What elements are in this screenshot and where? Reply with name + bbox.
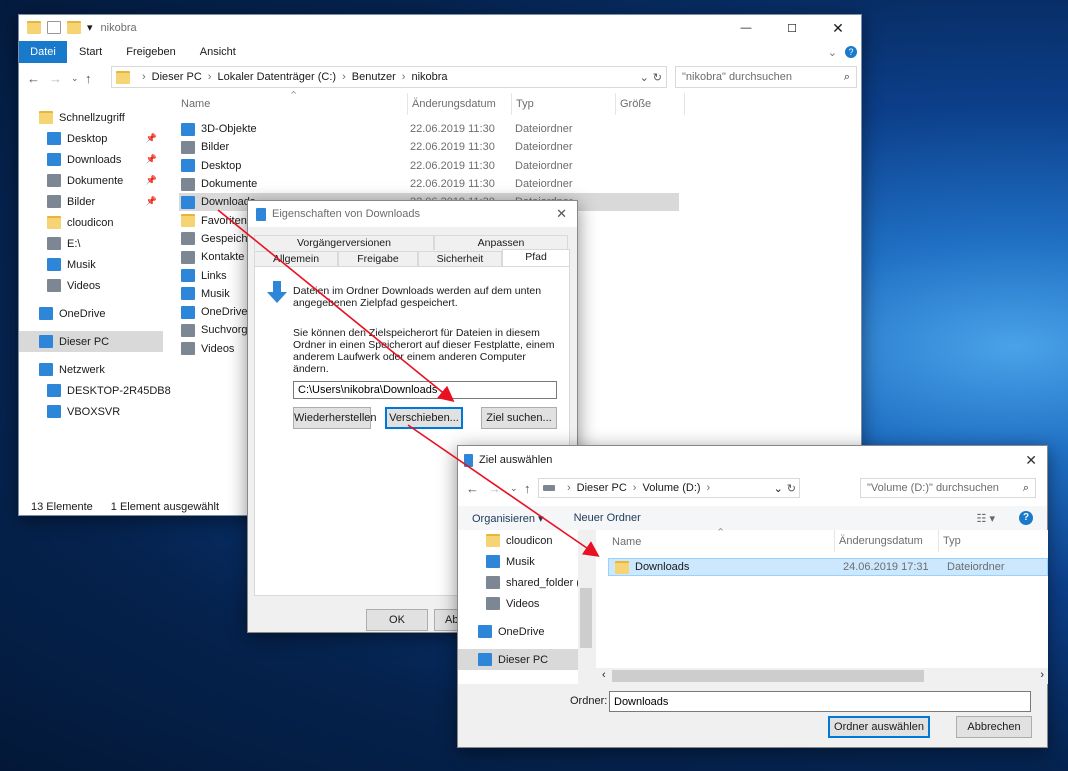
red-arrow (407, 424, 600, 557)
red-arrow (217, 209, 455, 403)
annotation-arrows (217, 209, 600, 557)
